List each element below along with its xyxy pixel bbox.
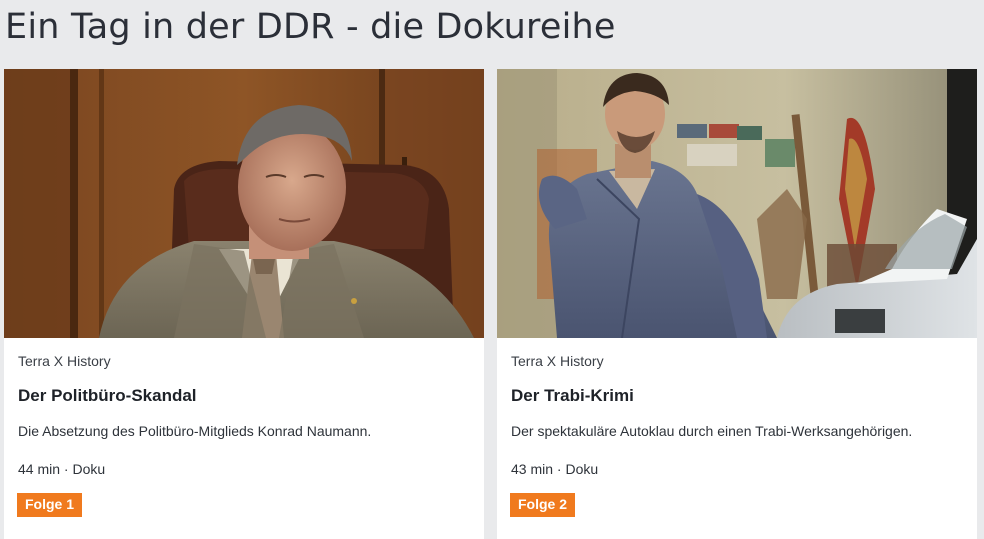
brand-label: Terra X History bbox=[511, 353, 604, 369]
episode-thumbnail[interactable] bbox=[497, 69, 977, 338]
episode-image-politbuero bbox=[4, 69, 484, 338]
episode-description: Der spektakuläre Autoklau durch einen Tr… bbox=[511, 423, 913, 439]
episode-meta: 43 min · Doku bbox=[511, 461, 598, 477]
page-title: Ein Tag in der DDR - die Dokureihe bbox=[5, 7, 616, 47]
episode-title[interactable]: Der Politbüro-Skandal bbox=[18, 386, 197, 406]
genre: Doku bbox=[565, 461, 599, 477]
episode-meta: 44 min · Doku bbox=[18, 461, 105, 477]
brand-label: Terra X History bbox=[18, 353, 111, 369]
meta-separator: · bbox=[556, 461, 562, 477]
duration: 43 min bbox=[511, 461, 554, 477]
meta-separator: · bbox=[63, 461, 69, 477]
episode-badge: Folge 1 bbox=[17, 493, 83, 517]
genre: Doku bbox=[72, 461, 106, 477]
episode-title[interactable]: Der Trabi-Krimi bbox=[511, 386, 634, 406]
duration: 44 min bbox=[18, 461, 61, 477]
episode-card-2[interactable]: Terra X History Der Trabi-Krimi Der spek… bbox=[497, 69, 977, 539]
episode-card-1[interactable]: Terra X History Der Politbüro-Skandal Di… bbox=[4, 69, 484, 539]
episode-image-trabi bbox=[497, 69, 977, 338]
episode-badge: Folge 2 bbox=[510, 493, 576, 517]
episode-thumbnail[interactable] bbox=[4, 69, 484, 338]
episode-description: Die Absetzung des Politbüro-Mitglieds Ko… bbox=[18, 423, 372, 439]
